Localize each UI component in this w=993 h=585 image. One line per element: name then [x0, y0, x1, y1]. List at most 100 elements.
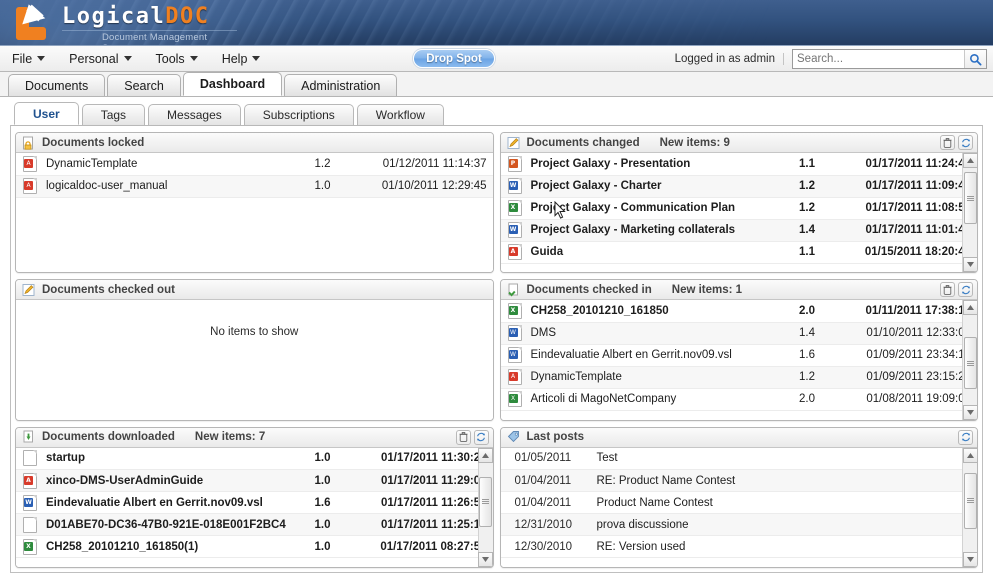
- tab-administration[interactable]: Administration: [284, 74, 398, 96]
- portlet-header: Documents downloaded New items: 7: [16, 427, 493, 448]
- trash-icon[interactable]: [940, 282, 955, 298]
- document-name: Eindevaluatie Albert en Gerrit.nov09.vsl: [526, 344, 797, 367]
- scroll-down-button[interactable]: [962, 257, 977, 273]
- document-name: D01ABE70-DC36-47B0-921E-018E001F2BC4: [42, 513, 313, 537]
- menu-item-file[interactable]: File: [0, 47, 57, 71]
- trash-icon[interactable]: [455, 429, 471, 445]
- table-row[interactable]: W Project Galaxy - Marketing collaterals…: [500, 219, 977, 242]
- documents-downloaded-table: startup 1.0 01/17/2011 11:30:24 A xinco-…: [16, 447, 493, 559]
- list-item[interactable]: 01/05/2011 Test: [500, 447, 977, 471]
- file-type-icon-cell: X: [500, 388, 527, 411]
- subtab-tags[interactable]: Tags: [81, 104, 146, 125]
- list-item[interactable]: 12/30/2010 RE: Version used: [500, 535, 977, 559]
- document-version: 1.1: [797, 153, 849, 176]
- scroll-down-button[interactable]: [478, 551, 493, 567]
- table-row[interactable]: A logicaldoc-user_manual 1.0 01/10/2011 …: [16, 175, 493, 198]
- scrollbar-track[interactable]: [963, 315, 978, 404]
- subtab-subscriptions[interactable]: Subscriptions: [243, 104, 354, 125]
- document-date: 01/17/2011 11:25:13: [364, 513, 493, 537]
- vertical-scrollbar[interactable]: [962, 153, 978, 273]
- portlet-toolbar: [455, 429, 489, 445]
- drop-spot-button[interactable]: Drop Spot: [413, 49, 495, 68]
- table-row[interactable]: startup 1.0 01/17/2011 11:30:24: [16, 447, 493, 471]
- table-row[interactable]: A DynamicTemplate 1.2 01/12/2011 11:14:3…: [16, 153, 493, 176]
- post-subject: RE: Version used: [592, 535, 977, 559]
- document-version: 1.0: [312, 535, 365, 559]
- trash-icon[interactable]: [940, 135, 955, 150]
- scrollbar-thumb[interactable]: [963, 337, 977, 390]
- last-posts-table: 01/05/2011 Test 01/04/2011 RE: Product N…: [500, 447, 977, 559]
- table-row[interactable]: X CH258_20101210_161850(1) 1.0 01/17/201…: [16, 535, 493, 559]
- scroll-up-button[interactable]: [962, 300, 977, 316]
- documents-locked-table: A DynamicTemplate 1.2 01/12/2011 11:14:3…: [16, 153, 493, 198]
- table-row[interactable]: W Eindevaluatie Albert en Gerrit.nov09.v…: [16, 491, 493, 515]
- table-row[interactable]: X Project Galaxy - Communication Plan 1.…: [500, 197, 977, 220]
- scrollbar-track[interactable]: [478, 463, 493, 552]
- file-type-icon-cell: A: [16, 469, 42, 493]
- table-row[interactable]: A xinco-DMS-UserAdminGuide 1.0 01/17/201…: [16, 469, 493, 493]
- portlet-body: No items to show: [16, 300, 493, 420]
- document-date: 01/17/2011 11:08:58: [849, 197, 977, 220]
- refresh-icon[interactable]: [958, 282, 973, 298]
- search-button[interactable]: [964, 50, 986, 68]
- scrollbar-thumb[interactable]: [963, 472, 977, 529]
- table-row[interactable]: A Guida 1.1 01/15/2011 18:20:46: [500, 241, 977, 264]
- subtab-user[interactable]: User: [14, 102, 79, 125]
- table-row[interactable]: W Project Galaxy - Charter 1.2 01/17/201…: [500, 175, 977, 198]
- scroll-up-button[interactable]: [478, 447, 493, 463]
- document-name: CH258_20101210_161850(1): [42, 535, 313, 559]
- refresh-icon[interactable]: [958, 135, 973, 150]
- table-row[interactable]: W Eindevaluatie Albert en Gerrit.nov09.v…: [500, 344, 977, 367]
- document-date: 01/11/2011 17:38:17: [849, 300, 977, 323]
- document-date: 01/08/2011 19:09:05: [849, 388, 977, 411]
- table-row[interactable]: X Articoli di MagoNetCompany 2.0 01/08/2…: [500, 388, 977, 411]
- subtab-workflow[interactable]: Workflow: [356, 104, 444, 125]
- excel-file-icon: X: [507, 200, 522, 216]
- scrollbar-thumb[interactable]: [479, 476, 492, 527]
- tab-documents[interactable]: Documents: [8, 74, 106, 96]
- tab-dashboard[interactable]: Dashboard: [182, 72, 283, 96]
- document-name: Guida: [526, 241, 797, 264]
- menu-item-help[interactable]: Help: [210, 47, 273, 71]
- table-row[interactable]: D01ABE70-DC36-47B0-921E-018E001F2BC4 1.0…: [16, 513, 493, 537]
- table-row[interactable]: P Project Galaxy - Presentation 1.1 01/1…: [500, 153, 977, 176]
- document-version: 1.4: [797, 322, 849, 345]
- scroll-down-button[interactable]: [962, 551, 977, 567]
- tab-search[interactable]: Search: [107, 74, 181, 96]
- menu-item-personal[interactable]: Personal: [57, 47, 143, 71]
- subtab-messages[interactable]: Messages: [148, 104, 241, 125]
- scrollbar-thumb[interactable]: [963, 172, 977, 224]
- post-date: 01/04/2011: [500, 491, 593, 515]
- table-row[interactable]: W DMS 1.4 01/10/2011 12:33:07: [500, 322, 977, 345]
- scroll-up-button[interactable]: [962, 153, 977, 168]
- menu-item-help-label: Help: [221, 51, 248, 66]
- list-item[interactable]: 01/04/2011 Product Name Contest: [500, 491, 977, 515]
- document-date: 01/09/2011 23:34:13: [849, 344, 977, 367]
- brand-logo[interactable]: LogicalDOC Document Management System: [8, 3, 237, 45]
- document-version: 1.0: [312, 469, 365, 493]
- vertical-scrollbar[interactable]: [477, 447, 493, 567]
- scrollbar-track[interactable]: [963, 168, 978, 257]
- portlet-toolbar: [958, 429, 973, 445]
- menu-item-tools[interactable]: Tools: [144, 47, 210, 71]
- search-input[interactable]: [793, 50, 964, 68]
- excel-file-icon: X: [23, 538, 37, 555]
- search-box[interactable]: [792, 49, 987, 69]
- vertical-scrollbar[interactable]: [962, 447, 978, 567]
- document-name: Project Galaxy - Marketing collaterals: [526, 219, 797, 242]
- refresh-icon[interactable]: [473, 429, 489, 445]
- list-item[interactable]: 12/31/2010 prova discussione: [500, 513, 977, 537]
- pdf-file-icon: A: [23, 472, 37, 489]
- scroll-up-button[interactable]: [962, 447, 977, 463]
- table-row[interactable]: X CH258_20101210_161850 2.0 01/11/2011 1…: [500, 300, 977, 323]
- vertical-scrollbar[interactable]: [962, 300, 978, 420]
- portlet-title: Documents downloaded: [42, 431, 175, 444]
- document-version: 1.4: [797, 219, 849, 242]
- list-item[interactable]: 01/04/2011 RE: Product Name Contest: [500, 469, 977, 493]
- file-type-icon-cell: P: [500, 153, 527, 176]
- refresh-icon[interactable]: [958, 429, 973, 445]
- portlet-body: A DynamicTemplate 1.2 01/12/2011 11:14:3…: [16, 153, 493, 273]
- scrollbar-track[interactable]: [963, 463, 978, 552]
- table-row[interactable]: A DynamicTemplate 1.2 01/09/2011 23:15:2…: [500, 366, 977, 389]
- scroll-down-button[interactable]: [962, 404, 977, 420]
